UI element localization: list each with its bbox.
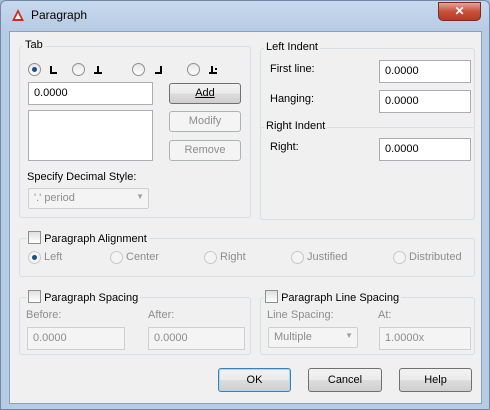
line-spacing-group-label: Paragraph Line Spacing [281, 292, 400, 304]
cancel-button[interactable]: Cancel [308, 368, 382, 392]
tab-position-input[interactable]: 0.0000 [28, 82, 153, 105]
decimal-style-select[interactable]: '.' period ▼ [28, 188, 149, 209]
right-label: Right: [270, 141, 299, 153]
paragraph-spacing-label: Paragraph Spacing [44, 292, 139, 304]
line-spacing-select[interactable]: Multiple ▼ [268, 327, 358, 348]
dialog-client-area: Tab 0.0000 Add Modify Remove Specify Dec… [9, 31, 482, 404]
hanging-label: Hanging: [270, 93, 315, 105]
line-spacing-group: Paragraph Line Spacing Line Spacing: Mul… [260, 290, 475, 355]
paragraph-spacing-header[interactable]: Paragraph Spacing [26, 290, 141, 304]
add-tab-button[interactable]: Add [169, 83, 241, 104]
paragraph-spacing-group: Paragraph Spacing Before: 0.0000 After: … [19, 290, 251, 355]
right-tab-radio[interactable] [132, 63, 145, 76]
help-button[interactable]: Help [399, 368, 472, 392]
align-left-radio[interactable] [28, 251, 41, 264]
modify-tab-button[interactable]: Modify [169, 111, 241, 132]
after-input[interactable]: 0.0000 [148, 327, 245, 350]
align-distributed-label: Distributed [409, 251, 462, 263]
right-indent-group: Right Indent Right: 0.0000 [260, 120, 475, 220]
line-spacing-header[interactable]: Paragraph Line Spacing [263, 290, 402, 304]
tab-group-label: Tab [23, 39, 45, 51]
decimal-style-label: Specify Decimal Style: [27, 171, 137, 183]
before-input[interactable]: 0.0000 [27, 327, 125, 350]
remove-tab-button[interactable]: Remove [169, 140, 241, 161]
title-bar[interactable]: Paragraph ✕ [1, 1, 489, 29]
after-label: After: [148, 309, 175, 321]
align-justified-radio[interactable] [291, 251, 304, 264]
left-tab-radio[interactable] [28, 63, 41, 76]
paragraph-dialog: Paragraph ✕ Tab 0.0000 Add Modify Remove… [0, 0, 490, 410]
chevron-down-icon: ▼ [345, 331, 353, 340]
at-input[interactable]: 1.0000x [379, 327, 471, 350]
right-tab-icon [155, 66, 162, 74]
paragraph-alignment-checkbox[interactable] [28, 231, 41, 244]
align-right-label: Right [220, 251, 246, 263]
paragraph-alignment-label: Paragraph Alignment [44, 233, 147, 245]
tab-group: Tab 0.0000 Add Modify Remove Specify Dec… [19, 39, 251, 218]
right-indent-input[interactable]: 0.0000 [379, 138, 471, 161]
align-center-label: Center [126, 251, 160, 263]
add-tab-label: Add [195, 87, 215, 99]
paragraph-spacing-checkbox[interactable] [28, 290, 41, 303]
tab-stops-list[interactable] [28, 110, 153, 161]
decimal-tab-icon [209, 66, 217, 74]
hanging-input[interactable]: 0.0000 [379, 90, 471, 113]
autocad-app-icon [12, 9, 24, 21]
center-tab-radio[interactable] [72, 63, 85, 76]
decimal-tab-radio[interactable] [187, 63, 200, 76]
align-center-radio[interactable] [110, 251, 123, 264]
center-tab-icon [94, 66, 102, 74]
line-spacing-checkbox[interactable] [265, 290, 278, 303]
align-justified-label: Justified [307, 251, 348, 263]
align-left-label: Left [44, 251, 63, 263]
first-line-input[interactable]: 0.0000 [379, 60, 471, 83]
line-spacing-label: Line Spacing: [267, 309, 334, 321]
close-button[interactable]: ✕ [438, 2, 481, 21]
window-title: Paragraph [31, 8, 88, 22]
before-label: Before: [26, 309, 62, 321]
ok-button[interactable]: OK [218, 368, 291, 392]
align-distributed-radio[interactable] [393, 251, 406, 264]
chevron-down-icon: ▼ [136, 192, 144, 201]
left-tab-icon [50, 66, 57, 74]
first-line-label: First line: [270, 63, 315, 75]
at-label: At: [378, 309, 392, 321]
right-indent-label: Right Indent [264, 120, 328, 132]
left-indent-label: Left Indent [264, 41, 320, 53]
align-right-radio[interactable] [204, 251, 217, 264]
paragraph-alignment-header[interactable]: Paragraph Alignment [26, 231, 149, 245]
decimal-style-value: '.' period [34, 192, 75, 204]
paragraph-alignment-group: Paragraph Alignment Left Center Right Ju… [19, 231, 475, 277]
line-spacing-value: Multiple [274, 331, 312, 343]
